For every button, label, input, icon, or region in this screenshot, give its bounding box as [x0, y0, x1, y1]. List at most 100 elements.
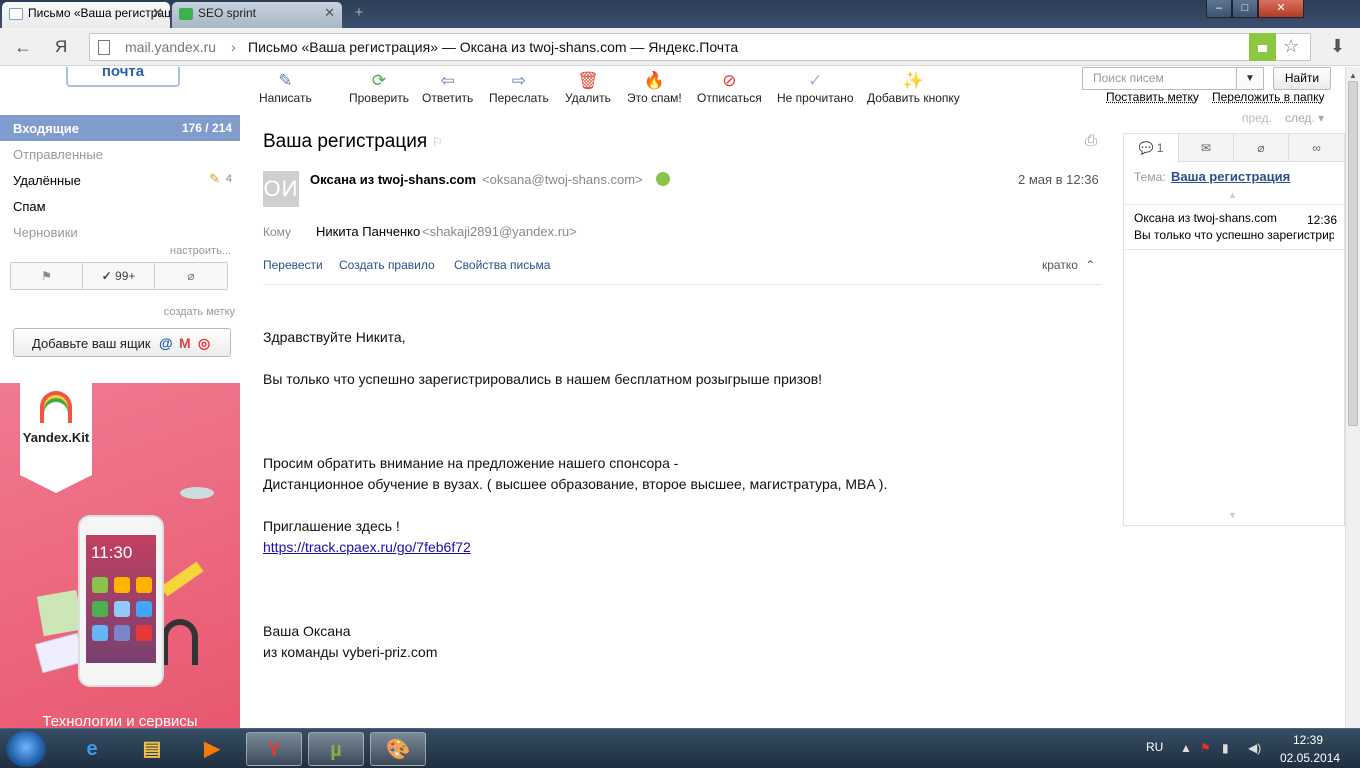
unread-filter-button[interactable]: ✓ 99+ [83, 263, 155, 289]
recipient-address[interactable]: <shakaji2891@yandex.ru> [422, 224, 577, 239]
add-mailbox-button[interactable]: Добавьте ваш ящик @ M ◎ [13, 328, 231, 357]
bookmark-star-icon[interactable]: ☆ [1283, 36, 1299, 57]
search-button[interactable]: Найти [1273, 67, 1331, 90]
download-icon[interactable]: ⬇ [1330, 36, 1345, 57]
utorrent-taskbar-icon[interactable]: µ [308, 732, 364, 766]
scrollbar-thumb[interactable] [1348, 81, 1358, 426]
folder-deleted[interactable]: Удалённые ✎ 4 [0, 167, 240, 193]
create-rule-link[interactable]: Создать правило [339, 258, 435, 272]
clock-time[interactable]: 12:39 [1293, 733, 1323, 747]
tab-mail[interactable]: Письмо «Ваша регистрация» ✕ [2, 2, 170, 28]
close-window-button[interactable]: ✕ [1258, 0, 1304, 18]
setup-folders-link[interactable]: настроить... [170, 245, 231, 257]
flag-filter-button[interactable]: ⚑ [11, 263, 83, 289]
create-label-link[interactable]: создать метку [164, 306, 235, 318]
flag-tray-icon[interactable]: ⚑ [1200, 741, 1211, 755]
scroll-down-icon[interactable]: ▼ [1228, 510, 1237, 520]
body-greeting: Здравствуйте Никита, [263, 329, 406, 345]
action-forward-button[interactable]: ⇨ Переслать [489, 71, 549, 105]
tray-expand-icon[interactable]: ▲ [1180, 741, 1192, 755]
invitation-link[interactable]: https://track.cpaex.ru/go/7feb6f72 [263, 539, 471, 555]
clock-date[interactable]: 02.05.2014 [1280, 751, 1340, 765]
network-icon[interactable]: ▮ [1222, 741, 1229, 755]
paint-taskbar-icon[interactable]: 🎨 [370, 732, 426, 766]
maximize-button[interactable]: □ [1232, 0, 1258, 18]
ad-banner[interactable]: Yandex.Kit 11:30 Технологии и сервисы [0, 383, 240, 728]
action-reply-button[interactable]: ⇦ Ответить [422, 71, 473, 105]
thread-snippet: Вы только что успешно зарегистрировались [1134, 228, 1334, 242]
minimize-button[interactable]: – [1206, 0, 1232, 18]
action-label: Удалить [565, 91, 611, 105]
yandex-mail-logo[interactable]: почта [66, 67, 180, 87]
tab-seo-sprint[interactable]: SEO sprint ✕ [172, 2, 342, 28]
action-trash-button[interactable]: 🗑 Удалить [565, 71, 611, 105]
brief-toggle[interactable]: кратко ⌃ [1042, 258, 1095, 272]
yandex-home-icon[interactable]: Я [55, 37, 67, 57]
back-arrow-icon[interactable]: ← [14, 37, 32, 58]
recipient-name[interactable]: Никита Панченко [316, 224, 420, 239]
tab-attachments[interactable]: ⌀ [1234, 134, 1289, 162]
body-link-row: https://track.cpaex.ru/go/7feb6f72 [263, 539, 471, 555]
folder-sent[interactable]: Отправленные [0, 141, 240, 167]
tab-label: Письмо «Ваша регистрация» [28, 6, 170, 20]
thread-item[interactable]: Оксана из twoj-shans.com 12:36 Вы только… [1125, 204, 1345, 250]
tab-close-icon[interactable]: ✕ [324, 5, 335, 21]
folder-label: Спам [13, 199, 46, 214]
new-tab-button[interactable]: + [348, 5, 370, 22]
windows-taskbar: e ▤ ▶ Y µ 🎨 RU ▲ ⚑ ▮ ◀) 12:39 02.05.2014 [0, 728, 1360, 768]
mailru-icon: @ [159, 335, 173, 351]
action-refresh-button[interactable]: ⟳ Проверить [349, 71, 409, 105]
scroll-up-icon[interactable]: ▲ [1228, 190, 1237, 200]
scroll-up-arrow-icon[interactable]: ▲ [1349, 71, 1357, 80]
tab-messages[interactable]: ✉ [1179, 134, 1234, 162]
ufo-icon [180, 487, 214, 499]
flag-icon: ⚑ [41, 269, 52, 283]
file-explorer-icon[interactable]: ▤ [124, 732, 180, 766]
address-bar[interactable]: mail.yandex.ru › Письмо «Ваша регистраци… [89, 33, 1311, 61]
next-message-link[interactable]: след. ▾ [1285, 111, 1324, 125]
print-icon[interactable]: ⎙ [1085, 132, 1097, 149]
page-scrollbar[interactable]: ▲ [1345, 67, 1360, 728]
action-magic-wand-button[interactable]: ✨ Добавить кнопку [867, 71, 960, 105]
folder-drafts[interactable]: Черновики [0, 219, 240, 245]
folder-inbox[interactable]: Входящие 176 / 214 [0, 115, 240, 141]
search-options-dropdown[interactable]: ▼ [1236, 67, 1264, 90]
move-to-folder-link[interactable]: Переложить в папку [1212, 90, 1325, 104]
action-label: Проверить [349, 91, 410, 105]
sender-address[interactable]: <oksana@twoj-shans.com> [482, 172, 643, 187]
lock-icon[interactable] [1249, 33, 1276, 61]
message-properties-link[interactable]: Свойства письма [454, 258, 550, 272]
tab-links[interactable]: ∞ [1289, 134, 1344, 162]
tab-close-icon[interactable]: ✕ [152, 5, 163, 21]
start-button[interactable] [6, 731, 46, 767]
sender-name[interactable]: Оксана из twoj-shans.com [310, 172, 476, 187]
phone-image: 11:30 [78, 515, 164, 687]
action-fire-button[interactable]: 🔥 Это спам! [627, 71, 682, 105]
tab-conversation[interactable]: 💬 1 [1124, 134, 1179, 163]
seo-sprint-icon [179, 8, 193, 20]
language-indicator[interactable]: RU [1146, 740, 1163, 754]
action-compose-button[interactable]: ✎ Написать [259, 71, 312, 105]
action-unsubscribe-button[interactable]: ⊘ Отписаться [697, 71, 762, 105]
url-separator: › [231, 39, 236, 55]
action-check-button[interactable]: ✓ Не прочитано [777, 71, 854, 105]
broom-icon[interactable]: ✎ [209, 171, 220, 187]
media-player-icon[interactable]: ▶ [184, 732, 240, 766]
flag-icon[interactable]: ⚐ [432, 135, 443, 149]
attachment-filter-button[interactable]: ⌀ [155, 263, 227, 289]
folder-spam[interactable]: Спам [0, 193, 240, 219]
internet-explorer-icon[interactable]: e [64, 732, 120, 766]
app-icon [136, 577, 152, 593]
yandex-browser-taskbar-icon[interactable]: Y [246, 732, 302, 766]
body-signature: Ваша Оксана [263, 623, 351, 639]
app-icon [136, 601, 152, 617]
rambler-icon: ◎ [198, 335, 211, 351]
set-label-link[interactable]: Поставить метку [1106, 90, 1199, 104]
body-line: Дистанционное обучение в вузах. ( высшее… [263, 476, 888, 492]
prev-message-link[interactable]: пред. [1242, 111, 1272, 125]
action-label: Переслать [489, 91, 549, 105]
theme-link[interactable]: Ваша регистрация [1171, 169, 1290, 184]
speech-bubble-icon: 💬 [1138, 141, 1154, 155]
translate-link[interactable]: Перевести [263, 258, 323, 272]
volume-icon[interactable]: ◀) [1248, 741, 1261, 755]
